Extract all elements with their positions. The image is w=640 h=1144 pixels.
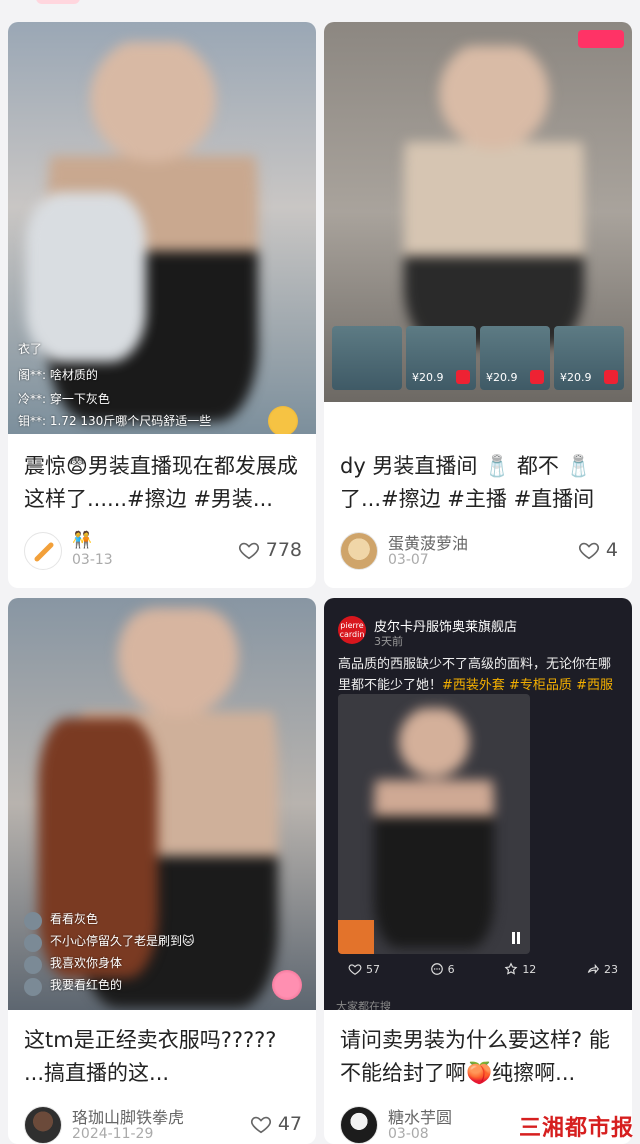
avatar[interactable]	[24, 1106, 62, 1144]
live-comment-list: 看看灰色 不小心停留久了老是刷到🐱 我喜欢你身体 我要看红色的	[24, 910, 195, 998]
card-cover-image[interactable]: 看看灰色 不小心停留久了老是刷到🐱 我喜欢你身体 我要看红色的	[8, 598, 316, 1010]
author-name[interactable]: 糖水芋圆	[388, 1104, 452, 1128]
shopping-bag-icon	[604, 370, 618, 384]
card-cover-image[interactable]: 衣了 阁**: 啥材质的 冷**: 穿一下灰色 钼**: 1.72 130斤哪个…	[8, 22, 316, 434]
action-count: 57	[366, 962, 380, 976]
heart-icon	[348, 964, 362, 975]
reaction-emoji-icon	[268, 406, 298, 434]
video-thumbnail[interactable]	[338, 694, 530, 954]
post-time: 3天前	[374, 635, 403, 648]
card-meta: 🧑‍🤝‍🧑 03-13 778	[24, 530, 302, 574]
like-count: 778	[265, 539, 302, 561]
held-jacket	[26, 192, 146, 362]
avatar[interactable]	[340, 1106, 378, 1144]
top-tab-indicator	[36, 0, 80, 4]
overlay-line: 冷**: 穿一下灰色	[18, 392, 110, 406]
product-price: ¥20.9	[560, 371, 592, 384]
avatar[interactable]	[340, 532, 378, 570]
pause-icon[interactable]	[512, 932, 520, 944]
gift-icon	[272, 970, 302, 1000]
live-comment: 我要看红色的	[24, 976, 195, 998]
action-count: 12	[522, 962, 537, 976]
avatar[interactable]	[24, 532, 62, 570]
live-comment: 不小心停留久了老是刷到🐱	[24, 932, 195, 954]
person-figure	[374, 708, 494, 948]
live-comment: 看看灰色	[24, 910, 195, 932]
product-item[interactable]: ¥20.9	[480, 326, 550, 390]
overlay-line: 钼**: 1.72 130斤哪个尺码舒适一些	[18, 414, 212, 428]
author-name[interactable]: 🧑‍🤝‍🧑	[72, 530, 92, 549]
comment-icon	[430, 963, 443, 975]
post-tags: #西装外套 #专柜品质 #西服	[442, 678, 613, 693]
heart-icon	[238, 542, 259, 560]
search-hint: 大家都在搜	[336, 1000, 391, 1010]
product-strip: ¥20.9 ¥20.9 ¥20.9	[332, 326, 624, 390]
overlay-line: 衣了	[18, 342, 43, 356]
live-comment: 我喜欢你身体	[24, 954, 195, 976]
product-item[interactable]	[332, 326, 402, 390]
post-actions: 57 6 12 23	[348, 962, 618, 976]
card-title[interactable]: dy 男装直播间 🧂 都不 🧂 了...#擦边 #主播 #直播间	[340, 450, 616, 516]
live-badge	[578, 30, 624, 48]
like-button[interactable]: 4	[578, 536, 618, 564]
like-button[interactable]: 778	[238, 536, 302, 564]
star-icon	[504, 962, 518, 975]
action-count: 23	[603, 962, 618, 976]
shopping-bag-icon	[530, 370, 544, 384]
post-date: 2024-11-29	[72, 1126, 154, 1142]
card-meta: 珞珈山脚铁拳虎 2024-11-29 47	[24, 1104, 302, 1144]
author-name[interactable]: 蛋黄菠萝油	[388, 530, 468, 554]
overlay-line: 阁**: 啥材质的	[18, 368, 98, 382]
shop-logo: pierre cardin	[338, 616, 366, 644]
feed-card[interactable]: ¥20.9 ¥20.9 ¥20.9 dy 男装直播间 🧂 都不 🧂 了...#擦…	[324, 22, 632, 588]
watermark-logo: 三湘都市报	[518, 1115, 634, 1141]
shopping-bag-icon	[456, 370, 470, 384]
comment-action[interactable]: 6	[430, 962, 455, 976]
share-action[interactable]: 23	[586, 962, 618, 976]
card-meta: 蛋黄菠萝油 03-07 4	[340, 530, 618, 574]
post-date: 03-07	[388, 552, 429, 568]
action-count: 6	[447, 962, 455, 976]
author-name[interactable]: 珞珈山脚铁拳虎	[72, 1104, 184, 1128]
post-date: 03-13	[72, 552, 113, 568]
favorite-action[interactable]: 12	[504, 962, 536, 976]
feed-card[interactable]: pierre cardin 皮尔卡丹服饰奥莱旗舰店 3天前 高品质的西服缺少不了…	[324, 598, 632, 1144]
like-count: 4	[605, 539, 618, 561]
heart-icon	[250, 1116, 271, 1134]
product-item[interactable]: ¥20.9	[406, 326, 476, 390]
person-figure	[404, 46, 584, 346]
post-text: 高品质的西服缺少不了高级的面料，无论你在哪里都不能少了她！#西装外套 #专柜品质…	[338, 654, 622, 696]
like-count: 47	[277, 1113, 302, 1135]
card-title[interactable]: 震惊😨男装直播现在都发展成这样了......#擦边 #男装...	[24, 450, 300, 516]
feed: 衣了 阁**: 啥材质的 冷**: 穿一下灰色 钼**: 1.72 130斤哪个…	[0, 0, 640, 1144]
card-cover-image[interactable]: ¥20.9 ¥20.9 ¥20.9	[324, 22, 632, 402]
card-cover-image[interactable]: pierre cardin 皮尔卡丹服饰奥莱旗舰店 3天前 高品质的西服缺少不了…	[324, 598, 632, 1010]
card-title[interactable]: 这tm是正经卖衣服吗????? ...搞直播的这...	[24, 1024, 300, 1090]
like-action[interactable]: 57	[348, 962, 380, 976]
card-title[interactable]: 请问卖男装为什么要这样? 能不能给封了啊🍑纯擦啊...	[340, 1024, 616, 1090]
product-price: ¥20.9	[486, 371, 518, 384]
share-icon	[587, 963, 599, 975]
product-price: ¥20.9	[412, 371, 444, 384]
feed-card[interactable]: 看看灰色 不小心停留久了老是刷到🐱 我喜欢你身体 我要看红色的 这tm是正经卖衣…	[8, 598, 316, 1144]
post-date: 03-08	[388, 1126, 429, 1142]
heart-icon	[578, 542, 599, 560]
product-item[interactable]: ¥20.9	[554, 326, 624, 390]
feed-card[interactable]: 衣了 阁**: 啥材质的 冷**: 穿一下灰色 钼**: 1.72 130斤哪个…	[8, 22, 316, 588]
like-button[interactable]: 47	[250, 1110, 302, 1138]
orange-box	[338, 920, 374, 954]
